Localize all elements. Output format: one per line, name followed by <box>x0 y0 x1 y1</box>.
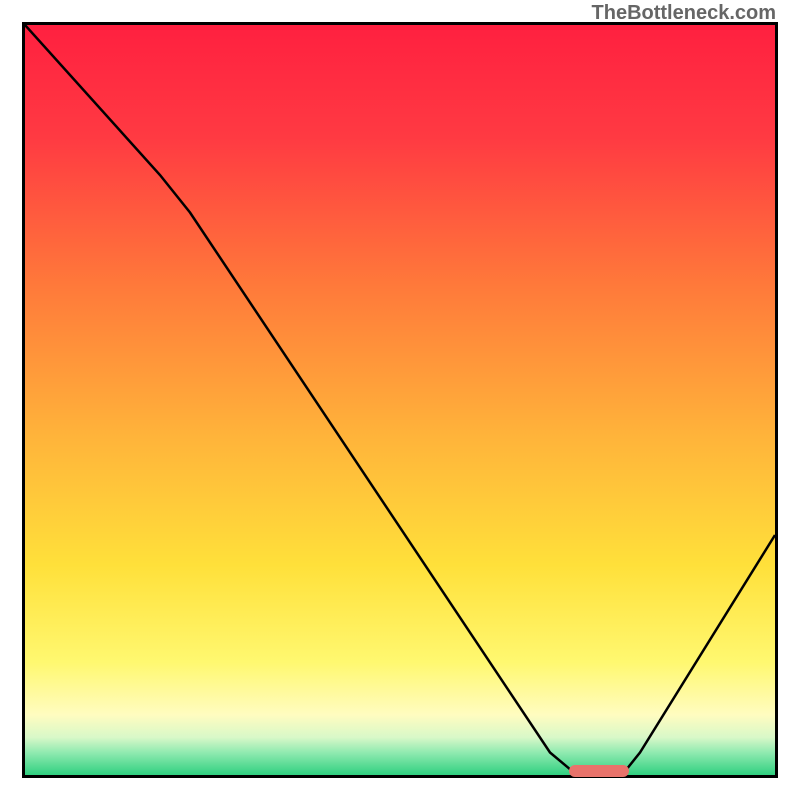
chart-plot-area <box>22 22 778 778</box>
optimal-marker <box>569 765 630 777</box>
chart-curve <box>25 25 775 775</box>
